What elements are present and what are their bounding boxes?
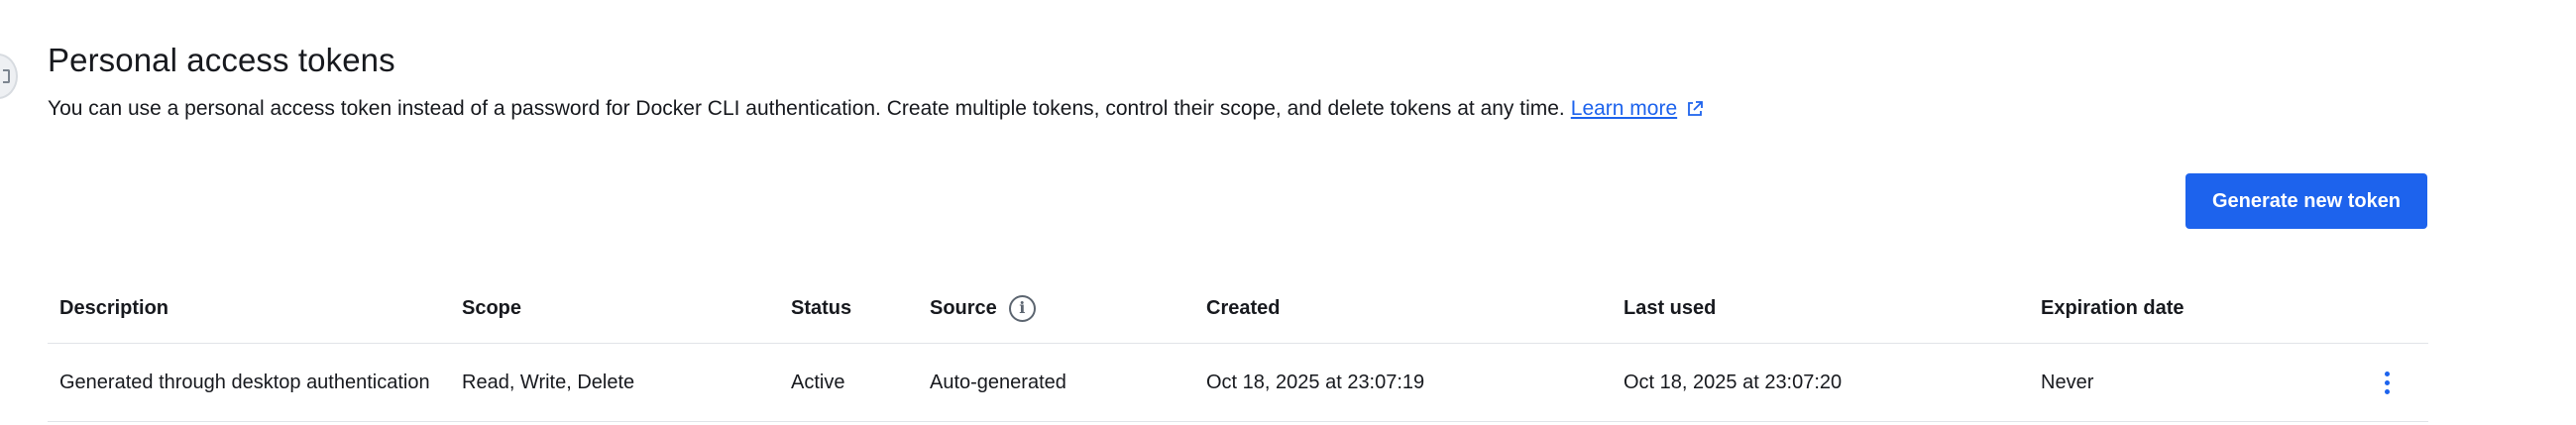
token-created: Oct 18, 2025 at 23:07:19 xyxy=(1206,371,1425,393)
more-vertical-icon[interactable] xyxy=(2372,365,2402,400)
description-text: You can use a personal access token inst… xyxy=(48,97,1565,120)
column-header-scope: Scope xyxy=(462,296,522,319)
tokens-table: Description Scope Status Source i Create… xyxy=(48,273,2428,422)
token-status: Active xyxy=(791,371,845,393)
token-last-used: Oct 18, 2025 at 23:07:20 xyxy=(1624,371,1843,393)
learn-more-link[interactable]: Learn more xyxy=(1571,97,1677,121)
token-scope: Read, Write, Delete xyxy=(462,371,635,393)
sidebar-collapse-icon[interactable] xyxy=(0,53,18,99)
generate-new-token-button[interactable]: Generate new token xyxy=(2185,173,2427,229)
column-header-created: Created xyxy=(1206,296,1281,319)
table-header-row: Description Scope Status Source i Create… xyxy=(48,273,2428,344)
column-header-status: Status xyxy=(791,296,852,319)
column-header-source-label: Source xyxy=(930,296,997,319)
page-description: You can use a personal access token inst… xyxy=(48,97,1705,121)
token-description: Generated through desktop authentication xyxy=(59,371,430,393)
external-link-icon[interactable] xyxy=(1685,99,1705,119)
token-expiration: Never xyxy=(2041,371,2094,393)
column-header-description: Description xyxy=(59,296,169,319)
table-row: Generated through desktop authentication… xyxy=(48,344,2428,422)
page-title: Personal access tokens xyxy=(48,42,395,78)
token-source: Auto-generated xyxy=(930,371,1066,393)
column-header-last-used: Last used xyxy=(1624,296,1717,319)
personal-access-tokens-page: Personal access tokens You can use a per… xyxy=(0,0,2576,425)
column-header-source: Source i xyxy=(930,273,1036,343)
info-icon[interactable]: i xyxy=(1008,294,1036,322)
column-header-expiration: Expiration date xyxy=(2041,296,2184,319)
row-actions xyxy=(2367,344,2407,421)
